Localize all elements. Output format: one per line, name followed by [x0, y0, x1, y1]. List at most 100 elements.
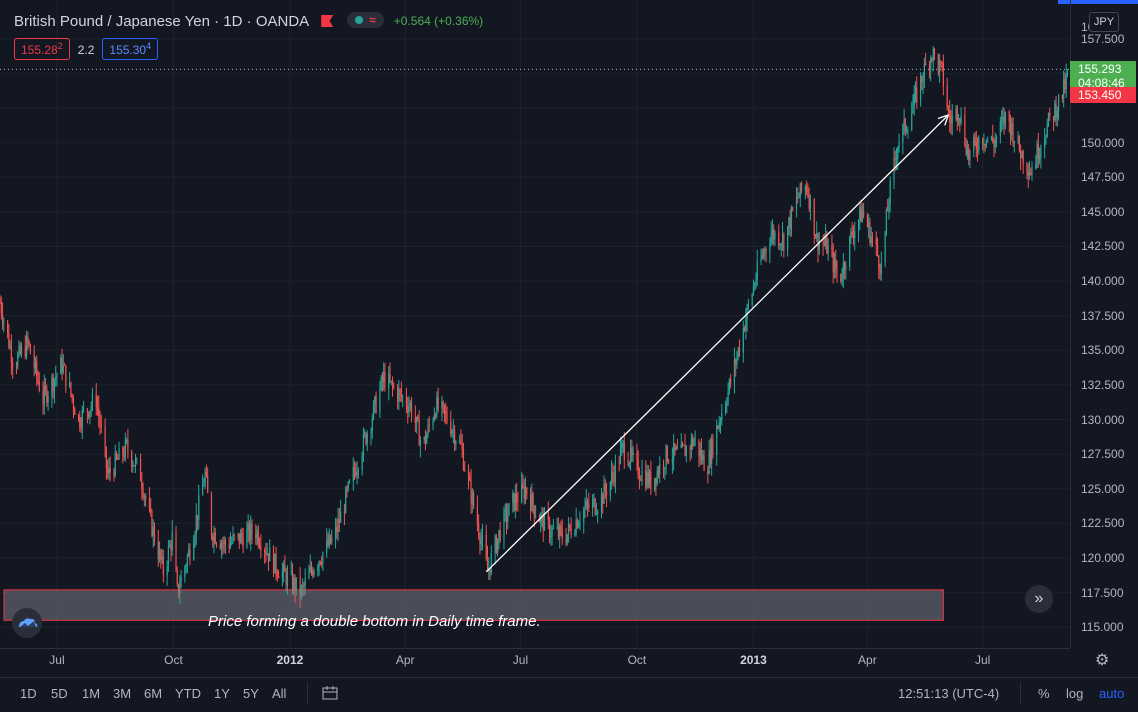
candle-body [1058, 94, 1060, 112]
candle-body [241, 533, 243, 538]
date-range-icon[interactable] [322, 685, 340, 704]
candle-body [552, 528, 554, 529]
candle-body [833, 259, 836, 273]
candle-body [267, 553, 270, 562]
tradingview-logo[interactable] [12, 608, 42, 638]
range-6m[interactable]: 6M [144, 686, 162, 701]
candle-body [1064, 79, 1066, 90]
candle-body [284, 564, 286, 572]
buy-price-button[interactable]: 155.304 [102, 38, 159, 60]
range-3m[interactable]: 3M [113, 686, 131, 701]
range-all[interactable]: All [272, 686, 286, 701]
candle-body [346, 489, 348, 490]
candle-body [671, 459, 673, 462]
candle-body [100, 426, 102, 427]
candle-body [6, 320, 9, 333]
log-scale-toggle[interactable]: log [1066, 686, 1083, 701]
candle-body [186, 555, 189, 567]
chart-legend[interactable]: British Pound / Japanese Yen · 1D · OAND… [14, 12, 483, 30]
percent-scale-toggle[interactable]: % [1038, 686, 1050, 701]
range-1d[interactable]: 1D [20, 686, 37, 701]
candle-body [507, 515, 509, 522]
candle-body [869, 221, 871, 244]
candle-body [180, 576, 182, 588]
range-1m[interactable]: 1M [82, 686, 100, 701]
candle-body [95, 394, 97, 408]
candle-body [721, 413, 723, 421]
time-axis[interactable]: Jul Oct 2012 Apr Jul Oct 2013 Apr Jul [0, 648, 1070, 677]
trend-line-segment [485, 114, 949, 573]
candle-body [248, 524, 251, 540]
candle-body [913, 93, 915, 106]
candle-body [400, 391, 403, 397]
candle-body [1, 313, 4, 323]
candle-body [969, 150, 971, 160]
candle-body [29, 344, 31, 354]
flag-icon[interactable] [321, 15, 334, 27]
candle-body [166, 565, 168, 576]
candle-body [494, 536, 496, 554]
candle-body [648, 471, 651, 485]
candle-body [436, 396, 438, 417]
candle-body [662, 463, 665, 470]
candle-body [673, 443, 675, 460]
candle-body [699, 450, 701, 457]
candle-body [798, 197, 800, 199]
candle-body [389, 374, 391, 382]
candle-body [99, 416, 101, 427]
candle-body [959, 118, 961, 123]
candle-body [207, 476, 209, 494]
candle-body [300, 586, 302, 596]
candle-body [388, 374, 390, 389]
range-5d[interactable]: 5D [51, 686, 68, 701]
candle-body [251, 524, 253, 535]
candle-body [424, 437, 427, 444]
candle-body [513, 492, 515, 510]
candle-body [416, 416, 418, 423]
candle-body [517, 501, 519, 503]
candle-body [89, 410, 91, 417]
clock-timezone[interactable]: 12:51:13 (UTC-4) [898, 686, 999, 701]
candle-body [52, 377, 54, 392]
sell-price-button[interactable]: 155.282 [14, 38, 70, 60]
candle-body [770, 233, 772, 245]
candle-body [340, 511, 342, 523]
candle-body [676, 447, 679, 449]
range-5y[interactable]: 5Y [243, 686, 259, 701]
candle-body [384, 372, 386, 389]
candle-body [481, 534, 484, 540]
candle-body [533, 506, 535, 517]
scroll-to-realtime-button[interactable]: » [1025, 585, 1053, 613]
candle-body [302, 585, 304, 587]
candle-body [43, 386, 45, 404]
range-1y[interactable]: 1Y [214, 686, 230, 701]
candle-body [460, 441, 462, 445]
symbol-title[interactable]: British Pound / Japanese Yen · 1D · OAND… [14, 13, 309, 30]
candle-body [80, 426, 82, 428]
candle-body [574, 533, 576, 536]
currency-button[interactable]: JPY [1089, 12, 1119, 32]
market-status-pill[interactable]: ≈ [347, 12, 384, 28]
candle-body [529, 494, 532, 511]
bottom-toolbar: 1D 5D 1M 3M 6M YTD 1Y 5Y All 12:51:13 (U… [0, 677, 1138, 712]
candle-body [428, 424, 430, 426]
range-ytd[interactable]: YTD [175, 686, 201, 701]
candle-body [214, 532, 216, 544]
candle-body [541, 513, 543, 516]
candle-body [402, 396, 404, 398]
price-chart[interactable] [0, 0, 1070, 648]
candle-body [185, 566, 187, 568]
candle-body [405, 396, 408, 407]
candle-body [861, 211, 863, 222]
candle-body [681, 443, 684, 446]
candle-body [90, 406, 92, 411]
chart-annotation[interactable]: Price forming a double bottom in Daily t… [208, 613, 541, 630]
candle-body [1065, 75, 1067, 90]
candle-body [61, 357, 63, 372]
auto-scale-toggle[interactable]: auto [1099, 686, 1124, 701]
candle-body [133, 465, 135, 467]
candle-body [1009, 121, 1012, 136]
settings-gear-icon[interactable]: ⚙ [1095, 650, 1109, 670]
cloud-logo-icon [19, 618, 38, 627]
candle-body [974, 137, 976, 142]
